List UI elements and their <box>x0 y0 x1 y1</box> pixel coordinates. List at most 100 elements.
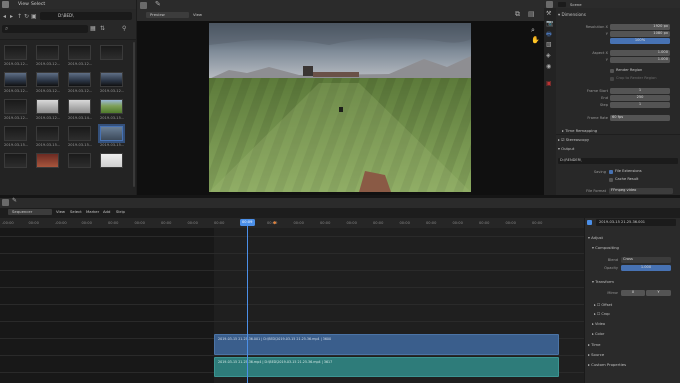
display-mode-icon[interactable]: ▦ <box>90 25 96 32</box>
properties-search[interactable] <box>558 2 566 7</box>
new-folder-icon[interactable]: ▣ <box>31 13 37 20</box>
crop-section[interactable]: ▸ ☐ Crop <box>594 312 610 316</box>
properties-editor-icon[interactable] <box>546 1 553 8</box>
resolution-percent-field[interactable]: 100% <box>610 38 670 44</box>
playhead-line[interactable] <box>247 221 248 383</box>
file-thumbnail[interactable] <box>36 72 59 87</box>
file-thumbnail[interactable] <box>4 72 27 87</box>
seq-menu-strip[interactable]: Strip <box>116 209 125 214</box>
preview-view-menu[interactable]: View <box>193 12 202 17</box>
file-thumbnail[interactable] <box>68 45 91 60</box>
search-input[interactable] <box>2 25 88 33</box>
color-section[interactable]: ▸ Color <box>592 332 604 336</box>
file-extensions-checkbox[interactable] <box>609 169 613 174</box>
gizmo-icon[interactable]: ▤ <box>528 10 535 18</box>
tool-tab-icon[interactable]: ⚒ <box>546 10 551 17</box>
file-menu-select[interactable]: Select <box>31 2 45 8</box>
sequencer-editor-icon[interactable] <box>2 199 9 206</box>
parent-dir-icon[interactable]: ↑ <box>17 13 22 20</box>
file-thumbnail[interactable] <box>4 126 27 141</box>
file-thumbnail[interactable] <box>36 99 59 114</box>
dimensions-section[interactable]: ▾ Dimensions <box>558 12 586 17</box>
crop-region-checkbox[interactable] <box>610 77 614 81</box>
file-format-dropdown[interactable]: FFmpeg video <box>609 188 673 194</box>
back-icon[interactable]: ◂ <box>3 13 6 20</box>
frame-step-field[interactable]: 1 <box>610 102 670 108</box>
aspect-y-field[interactable]: 1.000 <box>610 57 670 63</box>
file-thumbnail[interactable] <box>68 72 91 87</box>
file-thumbnail[interactable] <box>4 153 27 168</box>
view-layer-tab-icon[interactable]: ▧ <box>546 41 552 48</box>
video-title: Video <box>594 322 606 326</box>
mirror-x-toggle[interactable]: X <box>621 290 645 296</box>
sequencer-brush-icon[interactable]: ✎ <box>12 197 17 204</box>
source-section[interactable]: ▸ Source <box>588 352 604 357</box>
file-thumbnail[interactable] <box>4 99 27 114</box>
file-thumbnail[interactable] <box>68 153 91 168</box>
frame-rate-dropdown[interactable]: 60 fps <box>610 115 670 121</box>
time-remapping-section[interactable]: ▸ Time Remapping <box>562 128 597 133</box>
frame-end-field[interactable]: 250 <box>610 95 670 101</box>
cache-result-checkbox[interactable] <box>609 177 613 182</box>
timeline-tick-label: 00:00 <box>452 221 463 225</box>
render-tab-icon[interactable]: 📷 <box>546 20 553 27</box>
transform-section[interactable]: ▾ Transform <box>592 279 614 284</box>
path-field[interactable] <box>40 12 132 20</box>
blend-dropdown[interactable]: Cross <box>621 257 671 263</box>
resolution-y-field[interactable]: 1080 px <box>610 31 670 37</box>
aspect-x-field[interactable]: 1.000 <box>610 50 670 56</box>
stereoscopy-section[interactable]: ▸ ☑ Stereoscopy <box>558 137 589 142</box>
overlay-icon[interactable]: ⧉ <box>515 10 520 19</box>
search-icon: ⌕ <box>5 25 9 32</box>
scene-tab-icon[interactable]: ◈ <box>546 52 551 59</box>
timeline-tick-label: 00:00 <box>214 221 225 225</box>
file-thumbnail[interactable] <box>36 126 59 141</box>
file-thumbnail[interactable] <box>100 72 123 87</box>
custom-properties-section[interactable]: ▸ Custom Properties <box>588 362 626 367</box>
preview-editor-icon[interactable] <box>140 2 147 9</box>
editor-type-icon[interactable] <box>2 1 9 8</box>
file-thumbnail[interactable] <box>36 153 59 168</box>
file-thumbnail[interactable] <box>68 126 91 141</box>
zoom-icon[interactable]: ⌕ <box>531 26 535 35</box>
cache-result-label: Cache Result <box>615 177 639 181</box>
timeline-tick-label: 00:00 <box>505 221 516 225</box>
file-thumbnail[interactable] <box>100 126 123 141</box>
file-thumbnail[interactable] <box>36 45 59 60</box>
aspect-y-label: Y <box>605 58 608 62</box>
adjust-section[interactable]: ▾ Adjust <box>588 235 603 240</box>
seq-menu-add[interactable]: Add <box>103 209 110 214</box>
brush-icon[interactable]: ✎ <box>155 0 161 8</box>
output-tab-icon[interactable]: 🖶 <box>546 30 552 40</box>
file-menu-view[interactable]: View <box>18 2 29 8</box>
seq-menu-select[interactable]: Select <box>70 209 82 214</box>
file-thumbnail[interactable] <box>68 99 91 114</box>
filter-icon[interactable]: ⚲ <box>122 25 126 32</box>
file-thumbnail[interactable] <box>100 99 123 114</box>
seq-menu-view[interactable]: View <box>56 209 65 214</box>
mirror-y-toggle[interactable]: Y <box>646 290 671 296</box>
render-region-checkbox[interactable] <box>610 69 614 73</box>
video-section[interactable]: ▸ Video <box>592 322 605 326</box>
opacity-label: Opacity <box>604 266 618 270</box>
output-section[interactable]: ▾ Output <box>558 146 574 151</box>
offset-section[interactable]: ▸ ☐ Offset <box>594 303 612 307</box>
file-thumbnail[interactable] <box>4 45 27 60</box>
world-tab-icon[interactable]: ◉ <box>546 63 551 70</box>
frame-start-field[interactable]: 1 <box>610 88 670 94</box>
pan-hand-icon[interactable]: ✋ <box>531 36 540 44</box>
collection-tab-icon[interactable]: ▣ <box>546 80 552 87</box>
file-browser-scrollbar[interactable] <box>133 42 135 187</box>
aspect-x-label: Aspect X <box>592 51 608 55</box>
compositing-section[interactable]: ▾ Compositing <box>592 245 619 250</box>
file-thumbnail[interactable] <box>100 45 123 60</box>
sort-icon[interactable]: ⇅ <box>100 25 105 32</box>
forward-icon[interactable]: ▸ <box>10 13 13 20</box>
time-section[interactable]: ▸ Time <box>588 342 600 347</box>
refresh-icon[interactable]: ↻ <box>24 13 29 20</box>
resolution-x-field[interactable]: 1920 px <box>610 24 670 30</box>
marker-icon[interactable]: ⬥ <box>273 220 277 226</box>
opacity-slider[interactable]: 1.000 <box>621 265 671 271</box>
file-thumbnail[interactable] <box>100 153 123 168</box>
seq-menu-marker[interactable]: Marker <box>86 209 99 214</box>
